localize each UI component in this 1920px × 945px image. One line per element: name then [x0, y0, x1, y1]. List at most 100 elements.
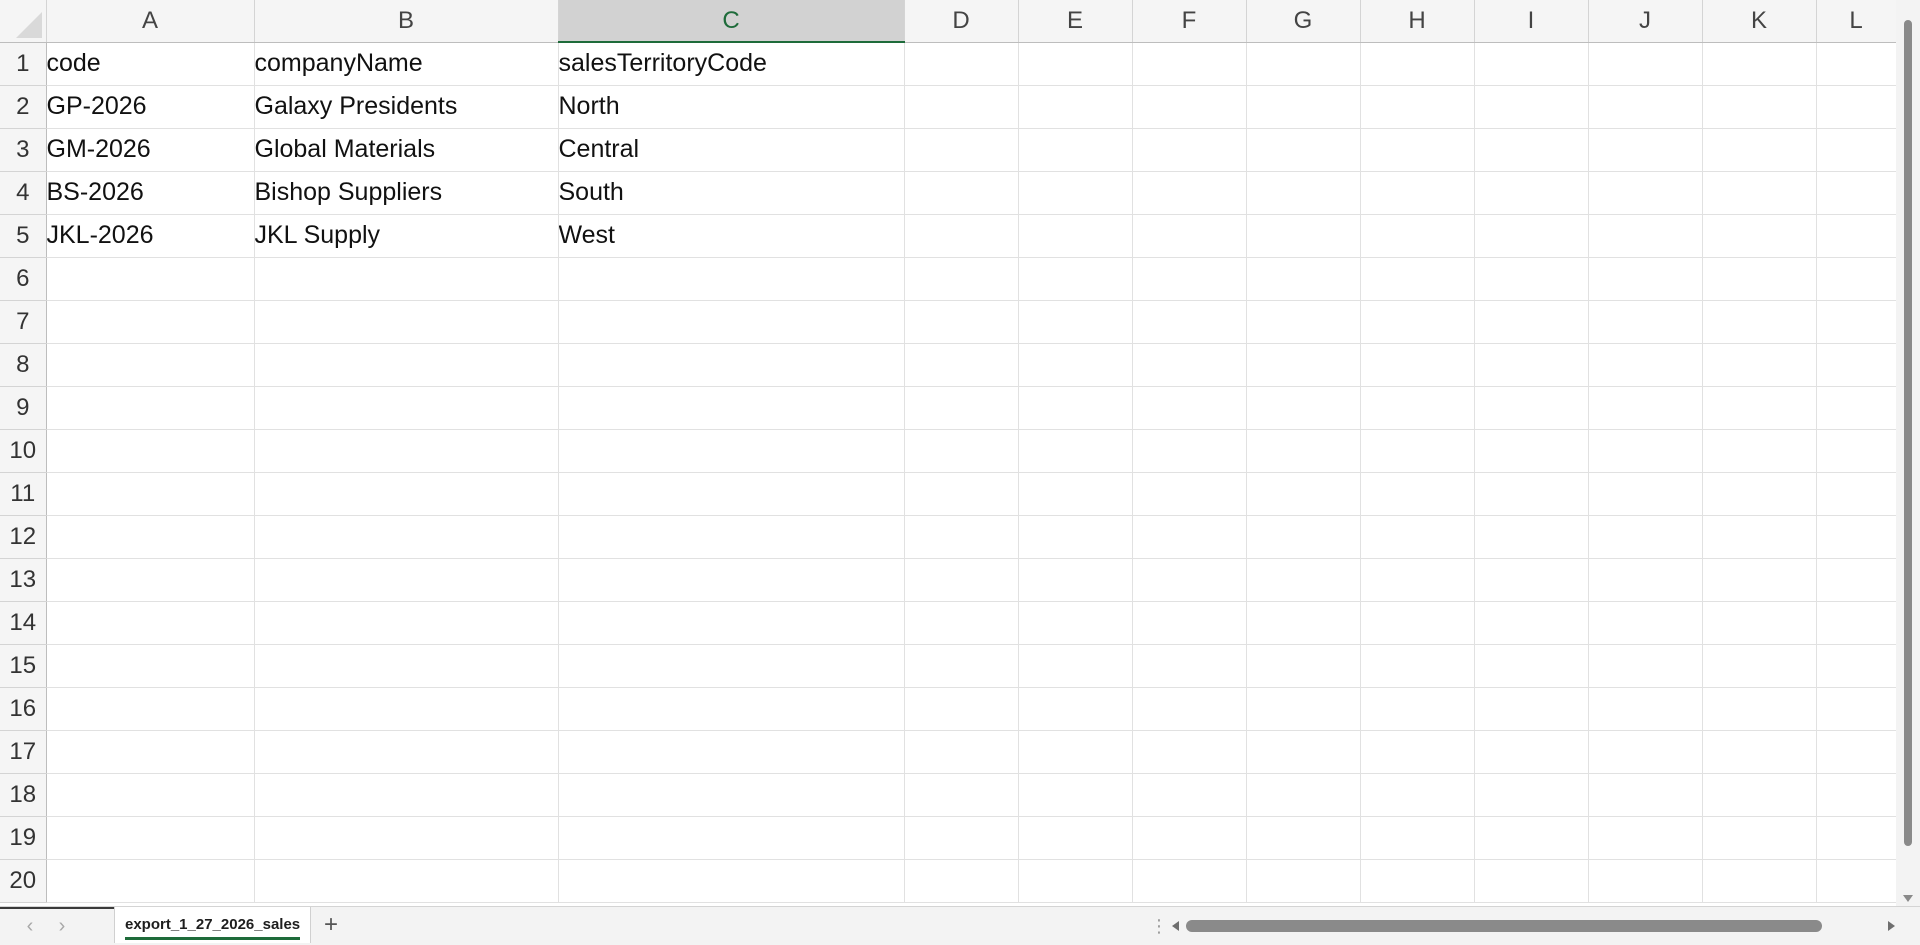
cell-b20[interactable]: [254, 859, 559, 903]
cell-e16[interactable]: [1018, 687, 1133, 731]
cell-k19[interactable]: [1702, 816, 1817, 860]
cell-f2[interactable]: [1132, 85, 1247, 129]
cell-j18[interactable]: [1588, 773, 1703, 817]
cell-l20[interactable]: [1816, 859, 1896, 903]
cell-f19[interactable]: [1132, 816, 1247, 860]
cell-h10[interactable]: [1360, 429, 1475, 473]
cell-h19[interactable]: [1360, 816, 1475, 860]
cell-l19[interactable]: [1816, 816, 1896, 860]
cell-j6[interactable]: [1588, 257, 1703, 301]
row-header-8[interactable]: 8: [0, 343, 47, 387]
cell-c5[interactable]: West: [558, 214, 905, 258]
cell-c12[interactable]: [558, 515, 905, 559]
cell-i1[interactable]: [1474, 42, 1589, 86]
cell-j17[interactable]: [1588, 730, 1703, 774]
cell-h1[interactable]: [1360, 42, 1475, 86]
cell-f17[interactable]: [1132, 730, 1247, 774]
cell-h17[interactable]: [1360, 730, 1475, 774]
cell-g16[interactable]: [1246, 687, 1361, 731]
cell-e7[interactable]: [1018, 300, 1133, 344]
cell-a5[interactable]: JKL-2026: [46, 214, 255, 258]
cell-b19[interactable]: [254, 816, 559, 860]
cell-b7[interactable]: [254, 300, 559, 344]
cell-k4[interactable]: [1702, 171, 1817, 215]
column-header-d[interactable]: D: [904, 0, 1019, 43]
cell-a15[interactable]: [46, 644, 255, 688]
column-header-a[interactable]: A: [46, 0, 255, 43]
cell-l1[interactable]: [1816, 42, 1896, 86]
cell-d3[interactable]: [904, 128, 1019, 172]
scroll-down-arrow-icon[interactable]: [1903, 895, 1913, 902]
column-header-e[interactable]: E: [1018, 0, 1133, 43]
cell-b16[interactable]: [254, 687, 559, 731]
row-header-4[interactable]: 4: [0, 171, 47, 215]
cell-g8[interactable]: [1246, 343, 1361, 387]
cell-k20[interactable]: [1702, 859, 1817, 903]
cell-j12[interactable]: [1588, 515, 1703, 559]
cell-g9[interactable]: [1246, 386, 1361, 430]
cell-b5[interactable]: JKL Supply: [254, 214, 559, 258]
cell-k5[interactable]: [1702, 214, 1817, 258]
cell-h8[interactable]: [1360, 343, 1475, 387]
row-header-6[interactable]: 6: [0, 257, 47, 301]
cell-b9[interactable]: [254, 386, 559, 430]
cell-e12[interactable]: [1018, 515, 1133, 559]
cell-k2[interactable]: [1702, 85, 1817, 129]
cell-a17[interactable]: [46, 730, 255, 774]
cell-j3[interactable]: [1588, 128, 1703, 172]
cell-e20[interactable]: [1018, 859, 1133, 903]
cell-f20[interactable]: [1132, 859, 1247, 903]
row-header-1[interactable]: 1: [0, 42, 47, 86]
cell-a19[interactable]: [46, 816, 255, 860]
cell-k17[interactable]: [1702, 730, 1817, 774]
cell-a14[interactable]: [46, 601, 255, 645]
cell-c14[interactable]: [558, 601, 905, 645]
cell-g17[interactable]: [1246, 730, 1361, 774]
cell-g4[interactable]: [1246, 171, 1361, 215]
cell-a16[interactable]: [46, 687, 255, 731]
cell-f12[interactable]: [1132, 515, 1247, 559]
cell-f11[interactable]: [1132, 472, 1247, 516]
select-all-corner[interactable]: [0, 0, 47, 43]
cell-a7[interactable]: [46, 300, 255, 344]
cell-i13[interactable]: [1474, 558, 1589, 602]
cell-g5[interactable]: [1246, 214, 1361, 258]
cell-c16[interactable]: [558, 687, 905, 731]
cell-k8[interactable]: [1702, 343, 1817, 387]
cell-j1[interactable]: [1588, 42, 1703, 86]
cell-b6[interactable]: [254, 257, 559, 301]
cell-h3[interactable]: [1360, 128, 1475, 172]
cell-k6[interactable]: [1702, 257, 1817, 301]
cell-c18[interactable]: [558, 773, 905, 817]
cell-i12[interactable]: [1474, 515, 1589, 559]
cell-h5[interactable]: [1360, 214, 1475, 258]
cell-f7[interactable]: [1132, 300, 1247, 344]
cell-g12[interactable]: [1246, 515, 1361, 559]
cell-l11[interactable]: [1816, 472, 1896, 516]
cell-l9[interactable]: [1816, 386, 1896, 430]
cell-d16[interactable]: [904, 687, 1019, 731]
cell-j15[interactable]: [1588, 644, 1703, 688]
cell-c7[interactable]: [558, 300, 905, 344]
cell-f16[interactable]: [1132, 687, 1247, 731]
cell-a6[interactable]: [46, 257, 255, 301]
cell-d1[interactable]: [904, 42, 1019, 86]
row-header-11[interactable]: 11: [0, 472, 47, 516]
cell-l18[interactable]: [1816, 773, 1896, 817]
cell-c8[interactable]: [558, 343, 905, 387]
cell-h9[interactable]: [1360, 386, 1475, 430]
cell-d17[interactable]: [904, 730, 1019, 774]
row-header-18[interactable]: 18: [0, 773, 47, 817]
cell-j19[interactable]: [1588, 816, 1703, 860]
cell-i6[interactable]: [1474, 257, 1589, 301]
cell-l13[interactable]: [1816, 558, 1896, 602]
cell-j20[interactable]: [1588, 859, 1703, 903]
cell-f1[interactable]: [1132, 42, 1247, 86]
cell-e9[interactable]: [1018, 386, 1133, 430]
column-header-b[interactable]: B: [254, 0, 559, 43]
cell-a3[interactable]: GM-2026: [46, 128, 255, 172]
cell-b12[interactable]: [254, 515, 559, 559]
tab-split-handle-icon[interactable]: ⋮: [1150, 913, 1168, 939]
cell-f9[interactable]: [1132, 386, 1247, 430]
cell-j7[interactable]: [1588, 300, 1703, 344]
